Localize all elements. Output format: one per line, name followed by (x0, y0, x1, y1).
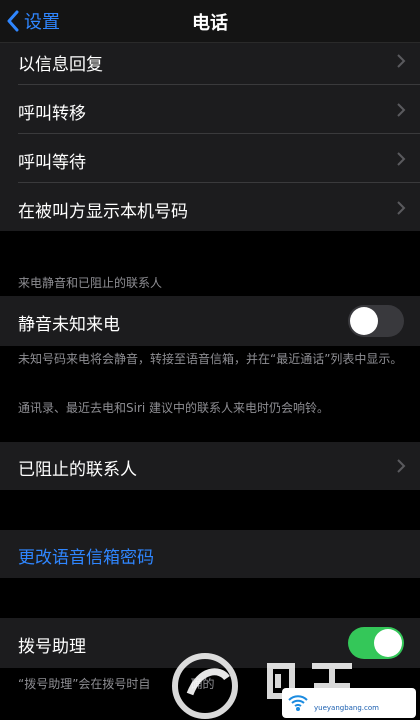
chevron-right-icon (397, 103, 406, 117)
change-voicemail-password-row[interactable]: 更改语音信箱密码 (0, 530, 420, 578)
call-waiting-label[interactable]: 呼叫等待 (18, 148, 86, 173)
page-title: 电话 (192, 13, 228, 34)
separator (18, 133, 420, 134)
call-forwarding-label[interactable]: 呼叫转移 (18, 99, 86, 124)
silence-footer-note: 未知号码来电将会静音，转接至语音信箱，并在“最近通话”列表中显示。 (18, 352, 403, 366)
show-caller-id-label[interactable]: 在被叫方显示本机号码 (18, 197, 188, 222)
section-header-silence: 来电静音和已阻止的联系人 (18, 276, 163, 290)
silence-unknown-callers-row[interactable]: 静音未知来电 (0, 296, 420, 346)
switch-knob (374, 629, 402, 657)
chevron-right-icon (397, 201, 406, 215)
chevron-right-icon (397, 54, 406, 68)
watermark-logo-icon (172, 653, 238, 719)
silence-unknown-callers-label: 静音未知来电 (18, 315, 120, 335)
dial-assist-footer-text: “拨号助理”会在拨号时自 (18, 677, 151, 691)
dial-assist-switch[interactable] (348, 627, 404, 659)
chevron-right-icon (397, 152, 406, 166)
blocked-contacts-label: 已阻止的联系人 (18, 460, 137, 480)
wifi-icon (288, 695, 308, 711)
change-voicemail-password-link: 更改语音信箱密码 (18, 548, 154, 568)
separator (18, 182, 420, 183)
blocked-contacts-row[interactable]: 已阻止的联系人 (0, 442, 420, 490)
chevron-right-icon (397, 459, 406, 473)
reply-with-message-label[interactable]: 以信息回复 (18, 50, 103, 75)
watermark-site-text: yueyangbang.com (314, 704, 379, 712)
navigation-bar: 设置 电话 (0, 0, 420, 43)
silence-unknown-callers-switch[interactable] (348, 305, 404, 337)
dial-assist-label: 拨号助理 (18, 637, 86, 657)
watermark-badge: yueyangbang.com (282, 688, 416, 718)
separator (18, 84, 420, 85)
switch-knob (350, 307, 378, 335)
silence-footer-note-2: 通讯录、最近去电和Siri 建议中的联系人来电时仍会响铃。 (18, 401, 330, 415)
call-settings-group: 以信息回复 呼叫转移 呼叫等待 在被叫方显示本机号码 (0, 43, 420, 231)
